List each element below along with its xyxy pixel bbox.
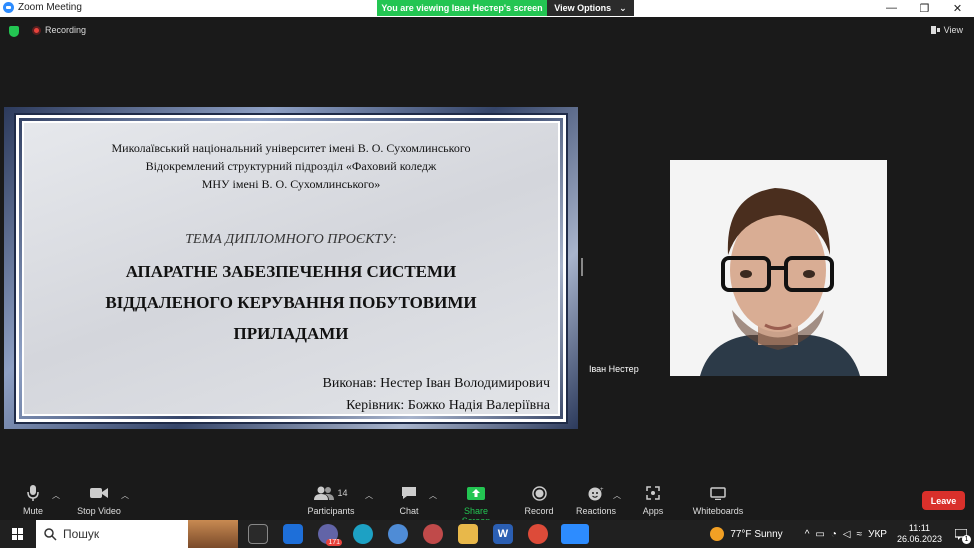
slide-university-line: Миколаївський національний університет і… [111, 141, 471, 155]
shared-screen: Миколаївський національний університет і… [4, 107, 578, 429]
view-options-button[interactable]: View Options ⌄ [547, 0, 634, 16]
meeting-toolbar: Mute ︿ Stop Video ︿ 14 Participants ︿ Ch… [0, 480, 974, 526]
record-dot-icon [32, 25, 41, 35]
title-bar: Zoom Meeting You are viewing Іван Нестер… [0, 0, 974, 17]
search-highlight-image [188, 520, 238, 548]
task-view-icon[interactable] [248, 524, 268, 544]
edge-icon[interactable] [353, 524, 373, 544]
network-icon[interactable]: ◔ [831, 529, 837, 540]
zoom-taskbar-icon[interactable] [561, 524, 589, 544]
participant-video[interactable] [670, 160, 887, 376]
slide-subdivision-line: Відокремлений структурний підрозділ «Фах… [145, 159, 437, 173]
whiteboards-button[interactable]: Whiteboards [692, 484, 744, 516]
slide-college-line: МНУ імені В. О. Сухомлинського» [201, 177, 381, 191]
view-grid-icon [930, 26, 940, 34]
video-options-caret[interactable]: ︿ [121, 490, 129, 501]
chat-options-caret[interactable]: ︿ [429, 490, 437, 501]
notifications-button[interactable]: 1 [948, 520, 974, 548]
chat-button[interactable]: Chat [397, 484, 421, 516]
stop-video-button[interactable]: Stop Video [76, 484, 122, 516]
apps-icon [646, 484, 660, 502]
shield-icon[interactable] [9, 26, 19, 37]
app-icon-feather[interactable] [388, 524, 408, 544]
view-button[interactable]: View [930, 25, 963, 35]
leave-button[interactable]: Leave [922, 491, 965, 510]
chrome-icon[interactable] [528, 524, 548, 544]
slide-topic: ТЕМА ДИПЛОМНОГО ПРОЄКТУ: [185, 232, 397, 247]
close-button[interactable]: ✕ [941, 0, 974, 16]
taskbar-clock[interactable]: 11:11 26.06.2023 [897, 523, 942, 545]
apps-button[interactable]: Apps [641, 484, 665, 516]
slide-content: Миколаївський національний університет і… [22, 121, 560, 416]
tray-chevron-icon[interactable]: ^ [805, 529, 810, 540]
recording-label: Recording [45, 25, 87, 35]
participant-face-image [670, 160, 887, 376]
slide-title-line-2: ВІДДАЛЕНОГО КЕРУВАННЯ ПОБУТОВИМИ [105, 293, 477, 312]
slide-title-line-3: ПРИЛАДАМИ [233, 324, 349, 343]
video-camera-icon [90, 484, 108, 502]
split-resize-handle[interactable] [581, 258, 583, 276]
whiteboard-icon [710, 484, 726, 502]
file-explorer-icon[interactable] [458, 524, 478, 544]
maximize-button[interactable]: ❐ [908, 0, 941, 16]
slide-title-line-1: АПАРАТНЕ ЗАБЕЗПЕЧЕННЯ СИСТЕМИ [125, 262, 457, 281]
windows-taskbar: Пошук 171 W 77°F Sunny ^ ▭ ◔ ◁ ≈ УКР 11:… [0, 520, 974, 548]
battery-icon[interactable]: ▭ [815, 529, 824, 540]
svg-text:+: + [600, 487, 604, 493]
smiley-icon: + [588, 484, 604, 502]
record-icon [531, 484, 547, 502]
teams-badge: 171 [326, 539, 342, 546]
participants-button[interactable]: 14 Participants [306, 484, 356, 516]
weather-sun-icon [710, 527, 725, 541]
wifi-icon[interactable]: ≈ [857, 529, 863, 540]
minimize-button[interactable]: — [875, 0, 908, 16]
teams-icon[interactable]: 171 [318, 524, 342, 546]
record-button[interactable]: Record [525, 484, 554, 516]
app-title: Zoom Meeting [3, 2, 82, 13]
recording-indicator[interactable]: Recording [32, 25, 86, 35]
mute-options-caret[interactable]: ︿ [52, 490, 60, 501]
meeting-status-bar: Recording View [0, 20, 974, 42]
volume-icon[interactable]: ◁ [843, 529, 851, 540]
taskbar-search[interactable]: Пошук [36, 520, 238, 548]
zoom-logo-icon [3, 2, 14, 13]
participants-count: 14 [337, 488, 348, 498]
chevron-down-icon: ⌄ [619, 2, 627, 13]
slide-supervisor: Керівник: Божко Надія Валеріївна [346, 398, 550, 413]
participants-options-caret[interactable]: ︿ [365, 490, 373, 501]
search-placeholder: Пошук [63, 527, 100, 541]
share-screen-icon [467, 484, 485, 502]
search-icon [44, 527, 57, 541]
word-icon[interactable]: W [493, 524, 513, 544]
participants-icon: 14 [314, 484, 348, 502]
weather-text[interactable]: 77°F Sunny [730, 529, 782, 540]
windows-start-icon[interactable] [12, 528, 24, 540]
window-title: Zoom Meeting [18, 2, 82, 13]
viewing-screen-text: You are viewing Іван Нестер's screen [377, 0, 547, 16]
reactions-button[interactable]: + Reactions [576, 484, 616, 517]
reactions-options-caret[interactable]: ︿ [613, 490, 621, 501]
window-controls: — ❐ ✕ [875, 0, 974, 16]
microphone-icon [27, 484, 39, 502]
system-tray: 77°F Sunny ^ ▭ ◔ ◁ ≈ УКР 11:11 26.06.202… [710, 520, 974, 548]
slide-author: Виконав: Нестер Іван Володимирович [322, 376, 551, 391]
mute-button[interactable]: Mute [22, 484, 44, 516]
viewing-banner: You are viewing Іван Нестер's screen Vie… [377, 0, 634, 16]
app-icon-red[interactable] [423, 524, 443, 544]
participant-name-label: Іван Нестер [587, 363, 641, 376]
language-indicator[interactable]: УКР [868, 529, 887, 540]
chat-bubble-icon [401, 484, 417, 502]
mail-icon[interactable] [283, 524, 303, 544]
